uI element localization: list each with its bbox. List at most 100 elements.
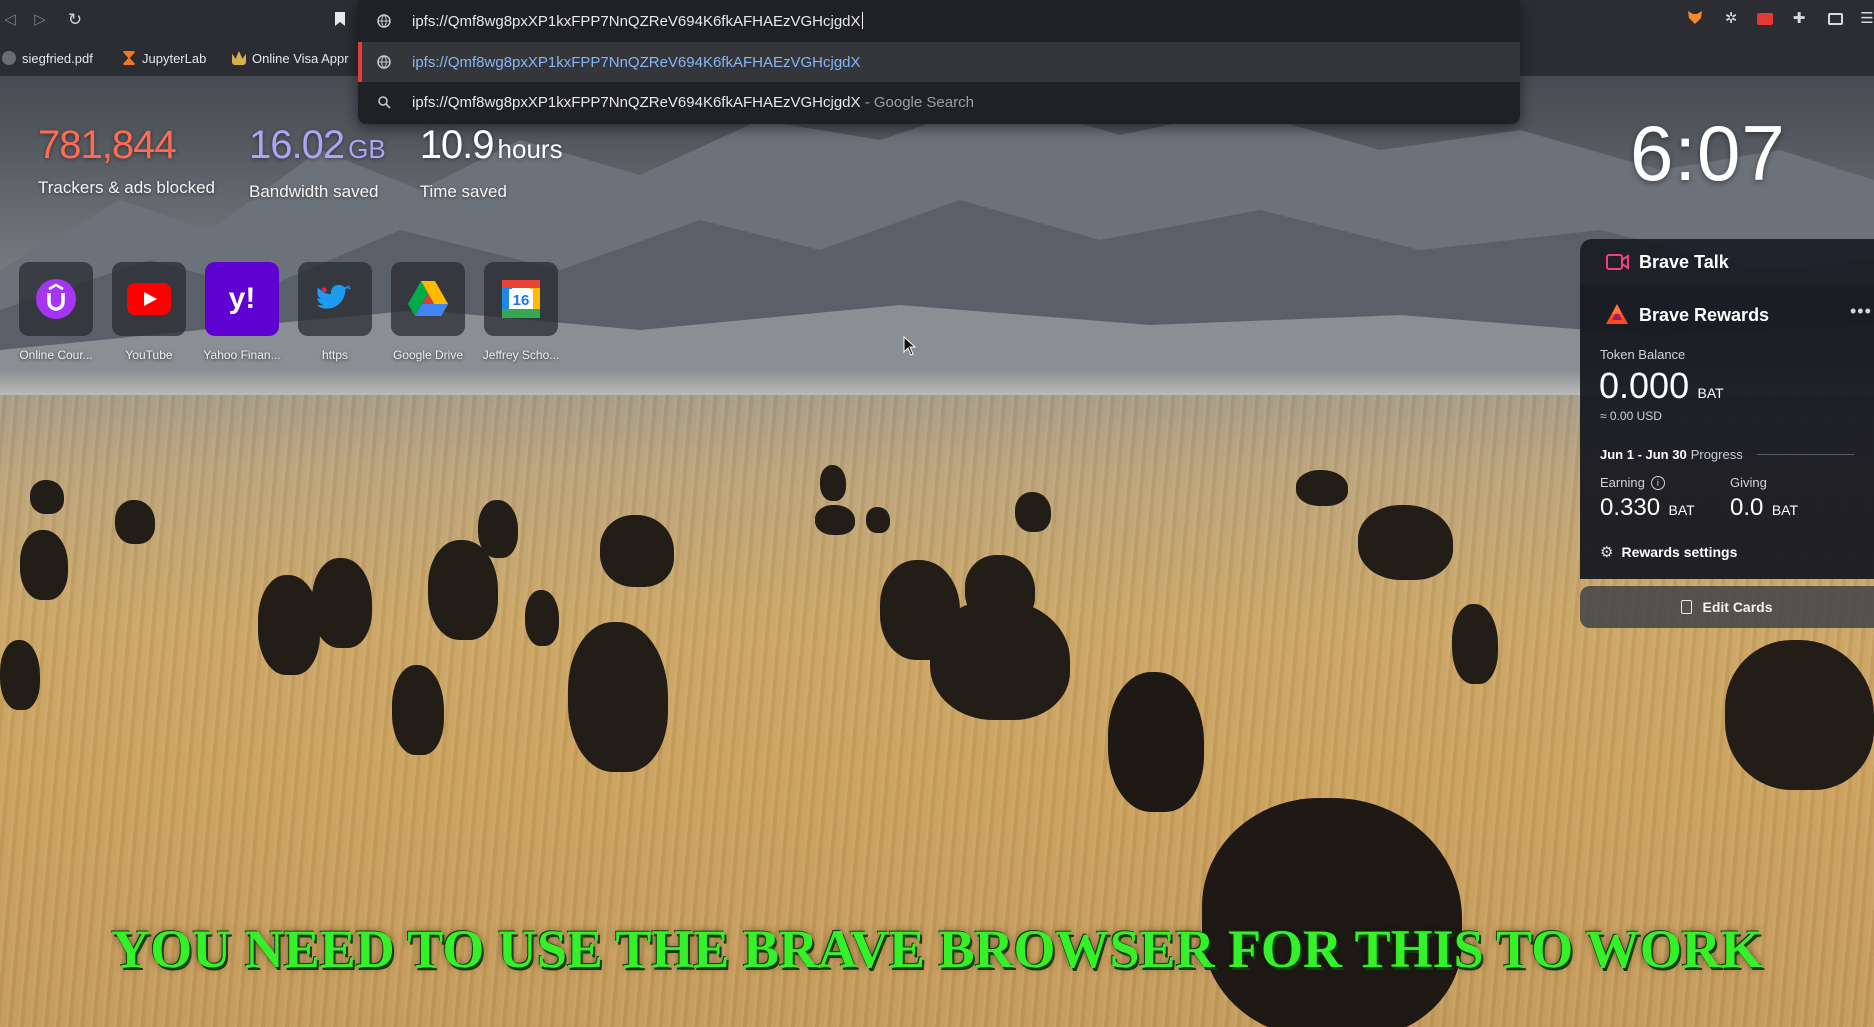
address-bar[interactable]: ipfs://Qmf8wg8pxXP1kxFPP7NnQZReV694K6fkA… bbox=[358, 0, 1520, 42]
divider bbox=[1756, 454, 1854, 455]
yak bbox=[600, 515, 674, 587]
youtube-icon bbox=[127, 283, 171, 315]
bat-logo-icon bbox=[1605, 303, 1629, 330]
balance-value: 0.000 bbox=[1599, 365, 1690, 406]
earning-label-row: Earning i bbox=[1600, 475, 1695, 490]
earning-value: 0.330 bbox=[1600, 494, 1661, 521]
puzzle-icon[interactable]: ✚ bbox=[1788, 8, 1810, 30]
tile-label: Google Drive bbox=[392, 348, 464, 362]
tile-icon-box bbox=[298, 262, 372, 336]
yak bbox=[568, 622, 668, 772]
stat-number: 16.02 bbox=[249, 123, 345, 167]
top-site-tile[interactable]: https bbox=[297, 262, 373, 362]
stat-number: 10.9 bbox=[419, 123, 495, 167]
address-bar-value: ipfs://Qmf8wg8pxXP1kxFPP7NnQZReV694K6fkA… bbox=[412, 13, 861, 30]
tile-label: Online Cour... bbox=[19, 348, 93, 362]
yak bbox=[866, 507, 890, 533]
address-bar-input[interactable]: ipfs://Qmf8wg8pxXP1kxFPP7NnQZReV694K6fkA… bbox=[412, 12, 863, 30]
earning-value-row: 0.330 BAT bbox=[1600, 494, 1695, 522]
menu-icon[interactable]: ☰ bbox=[1856, 8, 1874, 30]
yak bbox=[392, 665, 444, 755]
top-site-tile[interactable]: Google Drive bbox=[390, 262, 466, 362]
rewards-settings-link[interactable]: ⚙ Rewards settings bbox=[1600, 543, 1737, 561]
stat-bandwidth: 16.02 GB Bandwidth saved bbox=[249, 122, 386, 202]
calendar-icon: 16 bbox=[502, 280, 540, 318]
suggestion-item[interactable]: ipfs://Qmf8wg8pxXP1kxFPP7NnQZReV694K6fkA… bbox=[358, 82, 1520, 122]
bookmark-icon[interactable] bbox=[333, 11, 347, 27]
yak bbox=[1452, 604, 1498, 684]
bookmark-item[interactable]: siegfried.pdf bbox=[2, 40, 93, 76]
top-sites: Online Cour... YouTube y! Yahoo Finan...… bbox=[18, 262, 559, 362]
top-site-tile[interactable]: Online Cour... bbox=[18, 262, 94, 362]
balance-unit: BAT bbox=[1697, 385, 1724, 401]
brave-talk-card[interactable]: Brave Talk bbox=[1580, 239, 1874, 285]
giving-unit: BAT bbox=[1771, 502, 1799, 518]
stat-trackers: 781,844 Trackers & ads blocked bbox=[38, 122, 215, 202]
hourglass-icon bbox=[122, 51, 136, 65]
extensions-area: ✲ ✚ ☰ bbox=[1680, 8, 1874, 32]
yak bbox=[1358, 505, 1453, 580]
stat-label: Bandwidth saved bbox=[249, 182, 379, 201]
bookmark-label: JupyterLab bbox=[142, 50, 207, 66]
gear-icon: ⚙ bbox=[1600, 544, 1614, 561]
bookmark-item[interactable]: Online Visa Appr bbox=[232, 40, 349, 76]
suggestion-suffix: - Google Search bbox=[864, 93, 974, 111]
wallet-icon[interactable] bbox=[1824, 8, 1846, 30]
brave-wallet-fox-icon[interactable] bbox=[1684, 8, 1706, 30]
globe-icon bbox=[376, 54, 392, 70]
yak bbox=[1108, 672, 1204, 812]
stat-label: Time saved bbox=[419, 182, 507, 201]
reload-button[interactable]: ↻ bbox=[65, 10, 85, 30]
stat-time: 10.9 hours Time saved bbox=[420, 122, 563, 202]
yak bbox=[1725, 640, 1874, 790]
token-balance: 0.000 BAT bbox=[1599, 365, 1724, 407]
top-site-tile[interactable]: 16 Jeffrey Scho... bbox=[483, 262, 559, 362]
twitter-icon bbox=[316, 284, 352, 309]
text-caret bbox=[861, 12, 863, 29]
privacy-stats: 781,844 Trackers & ads blocked 16.02 GB B… bbox=[38, 122, 563, 202]
yak bbox=[478, 500, 518, 558]
info-icon[interactable]: i bbox=[1650, 475, 1665, 490]
globe-icon bbox=[376, 13, 392, 29]
top-site-tile[interactable]: y! Yahoo Finan... bbox=[203, 262, 281, 362]
suggestion-item[interactable]: ipfs://Qmf8wg8pxXP1kxFPP7NnQZReV694K6fkA… bbox=[358, 42, 1520, 82]
yak bbox=[30, 480, 64, 514]
stat-value: 781,844 bbox=[38, 122, 215, 168]
extension-red-icon[interactable] bbox=[1754, 8, 1776, 30]
crown-icon bbox=[232, 51, 246, 65]
more-options-icon[interactable]: ••• bbox=[1850, 301, 1874, 322]
tile-icon-box: y! bbox=[205, 262, 279, 336]
token-balance-label: Token Balance bbox=[1600, 347, 1686, 362]
edit-cards-button[interactable]: Edit Cards bbox=[1580, 586, 1874, 628]
suggestion-query: ipfs://Qmf8wg8pxXP1kxFPP7NnQZReV694K6fkA… bbox=[412, 93, 861, 111]
tile-icon-box bbox=[112, 262, 186, 336]
tile-icon-box bbox=[391, 262, 465, 336]
globe-icon bbox=[2, 51, 16, 65]
bookmark-item[interactable]: JupyterLab bbox=[122, 40, 206, 76]
yak bbox=[815, 505, 855, 535]
tile-label: Yahoo Finan... bbox=[203, 348, 281, 362]
svg-text:16: 16 bbox=[513, 292, 530, 309]
earning-label: Earning bbox=[1600, 475, 1645, 490]
google-drive-icon bbox=[408, 281, 448, 316]
stat-label: Trackers & ads blocked bbox=[38, 178, 215, 197]
earning-block: Earning i 0.330 BAT bbox=[1600, 475, 1695, 522]
search-icon bbox=[376, 94, 392, 110]
tile-icon-box bbox=[19, 262, 93, 336]
bookmark-label: Online Visa Appr bbox=[252, 50, 349, 66]
top-site-tile[interactable]: YouTube bbox=[111, 262, 187, 362]
giving-value: 0.0 bbox=[1730, 494, 1764, 521]
tile-label: YouTube bbox=[125, 348, 173, 362]
yak bbox=[1202, 798, 1462, 1027]
forward-button[interactable]: ▷ bbox=[30, 10, 50, 30]
mouse-cursor-icon bbox=[903, 336, 917, 356]
edit-cards-icon bbox=[1681, 600, 1693, 614]
video-camera-icon bbox=[1606, 253, 1630, 276]
back-button[interactable]: ◁ bbox=[0, 10, 20, 30]
video-caption: YOU NEED TO USE THE BRAVE BROWSER FOR TH… bbox=[111, 919, 1763, 979]
settings-cog-icon[interactable]: ✲ bbox=[1720, 8, 1742, 30]
stat-number: 781,844 bbox=[38, 123, 177, 167]
yak bbox=[525, 590, 559, 646]
edit-cards-label: Edit Cards bbox=[1702, 599, 1773, 615]
stat-value: 16.02 GB bbox=[249, 122, 386, 172]
